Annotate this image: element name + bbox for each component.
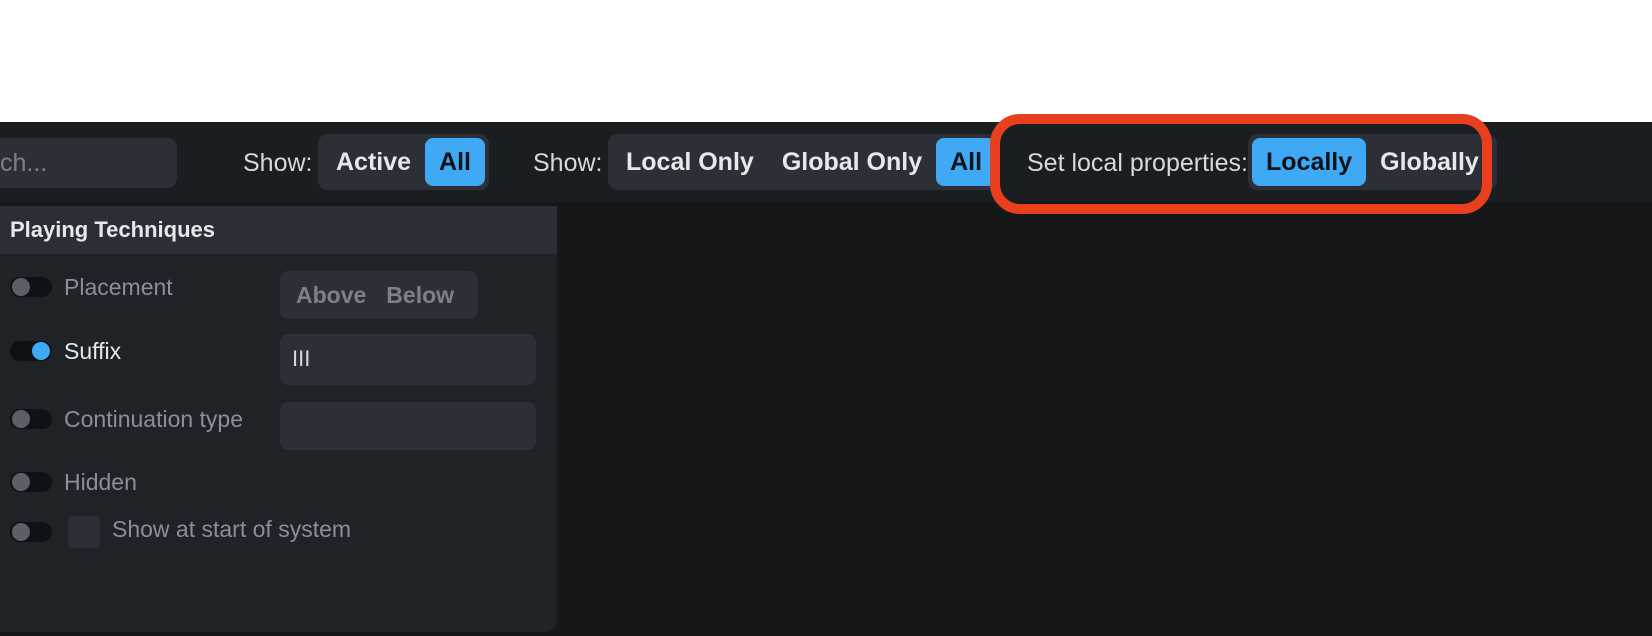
panel-title: Playing Techniques (10, 217, 215, 242)
show-active-all-toggle: Active All (318, 134, 489, 190)
placement-options: Above Below (280, 271, 478, 319)
toggle-knob (12, 278, 30, 296)
search-input[interactable]: ch... (0, 138, 177, 188)
show-at-start-toggle[interactable] (10, 522, 52, 542)
show-local-only-button[interactable]: Local Only (612, 138, 768, 186)
toggle-knob (32, 342, 50, 360)
show-active-button[interactable]: Active (322, 138, 425, 186)
highlight-annotation (990, 114, 1492, 214)
placement-above-button[interactable]: Above (286, 282, 376, 309)
suffix-toggle[interactable] (10, 341, 52, 361)
properties-app: ch... Show: Active All Show: Local Only … (0, 114, 1652, 636)
suffix-label: Suffix (64, 338, 122, 364)
placement-label: Placement (64, 274, 173, 300)
show-scope-all-button[interactable]: All (936, 138, 997, 186)
show-all-button[interactable]: All (425, 138, 485, 186)
panel-header[interactable]: Playing Techniques (0, 206, 557, 254)
placement-below-button[interactable]: Below (376, 282, 464, 309)
placement-toggle[interactable] (10, 277, 52, 297)
show-at-start-label: Show at start of system (112, 516, 352, 542)
hidden-toggle[interactable] (10, 472, 52, 492)
show-scope-label: Show: (533, 149, 603, 177)
search-placeholder: ch... (0, 149, 48, 177)
suffix-field[interactable]: III (280, 334, 536, 385)
toggle-knob (12, 410, 30, 428)
show-global-only-button[interactable]: Global Only (768, 138, 936, 186)
playing-techniques-panel: Playing Techniques Placement Above Below… (0, 206, 557, 632)
show-scope-toggle: Local Only Global Only All (608, 134, 1001, 190)
toggle-knob (12, 523, 30, 541)
toggle-knob (12, 473, 30, 491)
continuation-type-field[interactable] (280, 402, 536, 450)
continuation-type-label: Continuation type (64, 406, 244, 432)
show-at-start-checkbox[interactable] (68, 516, 100, 548)
properties-toolbar: ch... Show: Active All Show: Local Only … (0, 114, 1652, 214)
hidden-label: Hidden (64, 469, 137, 495)
continuation-type-toggle[interactable] (10, 409, 52, 429)
suffix-value: III (292, 346, 311, 371)
show-filter-label: Show: (243, 149, 313, 177)
top-blank-area (0, 0, 1652, 122)
